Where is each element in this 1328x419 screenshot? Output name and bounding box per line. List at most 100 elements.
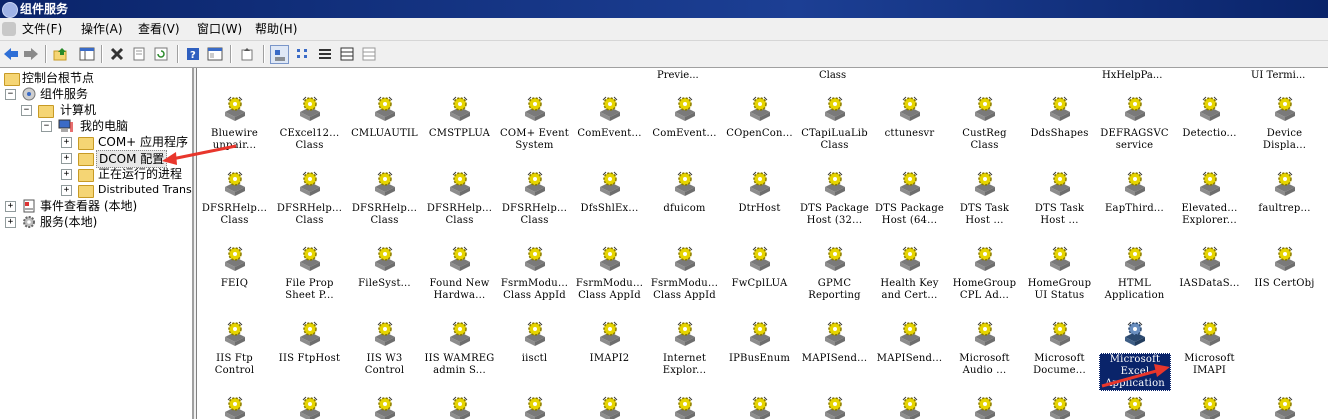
- dcom-object-item[interactable]: Microsoft Docume...: [1022, 317, 1097, 391]
- expand-icon[interactable]: +: [61, 169, 72, 180]
- dcom-object-item[interactable]: IIS FtpHost: [272, 317, 347, 391]
- dcom-object-item[interactable]: DFSRHelp... Class: [272, 167, 347, 241]
- com-component-icon[interactable]: [372, 396, 398, 419]
- dcom-object-item[interactable]: IASDataS...: [1172, 242, 1247, 316]
- com-component-icon[interactable]: [972, 396, 998, 419]
- dcom-object-item[interactable]: CMLUAUTIL: [347, 92, 422, 166]
- dcom-object-item[interactable]: iisctl: [497, 317, 572, 391]
- com-component-icon[interactable]: [222, 396, 248, 419]
- dcom-object-item[interactable]: Elevated... Explorer...: [1172, 167, 1247, 241]
- dcom-object-item[interactable]: File Prop Sheet P...: [272, 242, 347, 316]
- console-icon[interactable]: [206, 45, 224, 63]
- menu-help[interactable]: 帮助(H): [255, 21, 297, 37]
- expand-icon[interactable]: +: [5, 201, 16, 212]
- dcom-object-item[interactable]: CMSTPLUA: [422, 92, 497, 166]
- dcom-object-item[interactable]: DdsShapes: [1022, 92, 1097, 166]
- dcom-object-item[interactable]: IIS CertObj: [1247, 242, 1322, 316]
- dcom-object-item[interactable]: FsrmModu... Class AppId: [497, 242, 572, 316]
- up-icon[interactable]: [52, 45, 70, 63]
- com-component-icon[interactable]: [822, 396, 848, 419]
- dcom-object-item[interactable]: FwCplLUA: [722, 242, 797, 316]
- com-component-icon[interactable]: [1047, 396, 1073, 419]
- menu-window[interactable]: 窗口(W): [197, 21, 242, 37]
- dcom-object-item[interactable]: EapThird...: [1097, 167, 1172, 241]
- extra-view-icon[interactable]: [360, 45, 378, 63]
- dcom-object-item[interactable]: Detectio...: [1172, 92, 1247, 166]
- dcom-object-item[interactable]: DTS Task Host ...: [1022, 167, 1097, 241]
- dcom-object-item[interactable]: IIS WAMREG admin S...: [422, 317, 497, 391]
- expand-icon[interactable]: +: [61, 153, 72, 164]
- expand-icon[interactable]: +: [61, 137, 72, 148]
- com-component-icon[interactable]: [522, 396, 548, 419]
- forward-icon[interactable]: [22, 45, 40, 63]
- dcom-object-item[interactable]: Health Key and Cert...: [872, 242, 947, 316]
- dcom-object-item[interactable]: Microsoft IMAPI: [1172, 317, 1247, 391]
- refresh-icon[interactable]: [152, 45, 170, 63]
- collapse-icon[interactable]: −: [41, 121, 52, 132]
- expand-icon[interactable]: +: [61, 185, 72, 196]
- dcom-object-item[interactable]: cttunesvr: [872, 92, 947, 166]
- dcom-object-item[interactable]: Internet Explor...: [647, 317, 722, 391]
- dcom-object-item[interactable]: HomeGroup UI Status: [1022, 242, 1097, 316]
- small-icons-view-icon[interactable]: [294, 45, 312, 63]
- dcom-object-item[interactable]: FsrmModu... Class AppId: [647, 242, 722, 316]
- com-component-icon[interactable]: [597, 396, 623, 419]
- dcom-object-item[interactable]: Device Displa...: [1247, 92, 1322, 166]
- dcom-object-item[interactable]: IMAPI2: [572, 317, 647, 391]
- dcom-object-item[interactable]: DfsShlEx...: [572, 167, 647, 241]
- console-tree[interactable]: 控制台根节点 − 组件服务 − 计算机 − 我的电脑 + COM+ 应用程序 +…: [0, 68, 194, 419]
- collapse-icon[interactable]: −: [5, 89, 16, 100]
- dcom-object-item[interactable]: DFSRHelp... Class: [347, 167, 422, 241]
- dcom-object-item[interactable]: faultrep...: [1247, 167, 1322, 241]
- detail-view-icon[interactable]: [338, 45, 356, 63]
- com-component-icon[interactable]: [747, 396, 773, 419]
- dcom-object-item[interactable]: FEIQ: [197, 242, 272, 316]
- dcom-object-item[interactable]: HomeGroup CPL Ad...: [947, 242, 1022, 316]
- dcom-object-item[interactable]: CTapiLuaLib Class: [797, 92, 872, 166]
- dcom-object-item[interactable]: DFSRHelp... Class: [197, 167, 272, 241]
- dcom-object-item[interactable]: IIS Ftp Control: [197, 317, 272, 391]
- dcom-object-item[interactable]: MAPISend...: [797, 317, 872, 391]
- dcom-object-item[interactable]: COM+ Event System: [497, 92, 572, 166]
- properties-icon[interactable]: [130, 45, 148, 63]
- dcom-object-item[interactable]: ComEvent...: [572, 92, 647, 166]
- com-component-icon[interactable]: [897, 396, 923, 419]
- dcom-object-item[interactable]: Found New Hardwa...: [422, 242, 497, 316]
- item-caption-partial[interactable]: UI Termi...: [1251, 70, 1305, 82]
- com-component-icon[interactable]: [297, 396, 323, 419]
- dcom-object-item[interactable]: Microsoft Audio ...: [947, 317, 1022, 391]
- dcom-object-item[interactable]: DTS Task Host ...: [947, 167, 1022, 241]
- com-component-icon[interactable]: [1272, 396, 1298, 419]
- dcom-object-item[interactable]: MAPISend...: [872, 317, 947, 391]
- dcom-object-item[interactable]: Bluewire unpair...: [197, 92, 272, 166]
- dcom-objects-pane[interactable]: Previe... Class HxHelpPa... UI Termi... …: [196, 68, 1328, 419]
- dcom-object-item[interactable]: IPBusEnum: [722, 317, 797, 391]
- back-icon[interactable]: [2, 45, 20, 63]
- dcom-object-item[interactable]: FsrmModu... Class AppId: [572, 242, 647, 316]
- menu-file[interactable]: 文件(F): [22, 21, 62, 37]
- collapse-icon[interactable]: −: [21, 105, 32, 116]
- dcom-object-item[interactable]: COpenCon...: [722, 92, 797, 166]
- com-component-icon[interactable]: [1122, 396, 1148, 419]
- dcom-object-item[interactable]: ComEvent...: [647, 92, 722, 166]
- dcom-object-item[interactable]: DTS Package Host (32...: [797, 167, 872, 241]
- dcom-object-item[interactable]: DTS Package Host (64...: [872, 167, 947, 241]
- help-icon[interactable]: ?: [184, 45, 202, 63]
- menu-view[interactable]: 查看(V): [138, 21, 180, 37]
- item-caption-partial[interactable]: HxHelpPa...: [1102, 70, 1162, 82]
- console-system-icon[interactable]: [2, 22, 16, 36]
- delete-icon[interactable]: [108, 45, 126, 63]
- item-caption-partial[interactable]: Previe...: [657, 70, 699, 82]
- dcom-object-item[interactable]: HTML Application: [1097, 242, 1172, 316]
- dcom-object-item[interactable]: CExcel12... Class: [272, 92, 347, 166]
- com-component-icon[interactable]: [447, 396, 473, 419]
- expand-icon[interactable]: +: [5, 217, 16, 228]
- dcom-object-item[interactable]: GPMC Reporting: [797, 242, 872, 316]
- com-component-icon[interactable]: [1197, 396, 1223, 419]
- dcom-object-item[interactable]: Microsoft Excel Application: [1097, 317, 1172, 391]
- list-view-icon[interactable]: [316, 45, 334, 63]
- menu-action[interactable]: 操作(A): [81, 21, 123, 37]
- dcom-object-item[interactable]: dfuicom: [647, 167, 722, 241]
- dcom-object-item[interactable]: FileSyst...: [347, 242, 422, 316]
- dcom-object-item[interactable]: DEFRAGSVC service: [1097, 92, 1172, 166]
